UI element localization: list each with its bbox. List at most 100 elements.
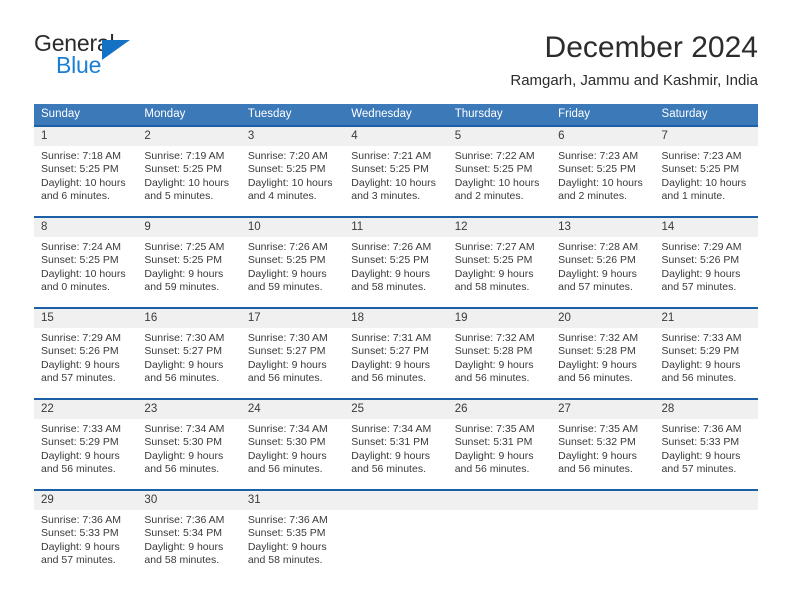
page-title: December 2024	[544, 31, 758, 64]
sunrise-text: Sunrise: 7:19 AM	[144, 150, 225, 162]
daylight-text: Daylight: 9 hours and 56 minutes.	[351, 449, 431, 476]
daylight-text: Daylight: 9 hours and 56 minutes.	[247, 358, 327, 385]
day-cell-empty	[447, 491, 552, 580]
sunset-text: Sunset: 5:25 PM	[661, 163, 740, 176]
day-cell[interactable]: 7 Sunrise: 7:23 AM Sunset: 5:25 PM Dayli…	[654, 127, 758, 216]
day-cell[interactable]: 26 Sunrise: 7:35 AM Sunset: 5:31 PM Dayl…	[447, 400, 552, 489]
sunset-text: Sunset: 5:26 PM	[41, 345, 119, 358]
daylight-text: Daylight: 9 hours and 57 minutes.	[558, 267, 637, 294]
day-number: 2	[137, 127, 241, 146]
sunset-text: Sunset: 5:27 PM	[247, 345, 326, 358]
day-cell[interactable]: 5 Sunrise: 7:22 AM Sunset: 5:25 PM Dayli…	[447, 127, 552, 216]
day-number: 17	[240, 309, 345, 328]
day-cell[interactable]: 21 Sunrise: 7:33 AM Sunset: 5:29 PM Dayl…	[654, 309, 758, 398]
weekday-header-friday: Friday	[558, 108, 591, 120]
weekday-header-wednesday: Wednesday	[351, 108, 412, 120]
day-details: Sunrise: 7:34 AM Sunset: 5:30 PM Dayligh…	[137, 419, 240, 477]
day-cell[interactable]: 4 Sunrise: 7:21 AM Sunset: 5:25 PM Dayli…	[344, 127, 448, 216]
sunset-text: Sunset: 5:25 PM	[351, 254, 429, 267]
day-details: Sunrise: 7:28 AM Sunset: 5:26 PM Dayligh…	[551, 237, 654, 295]
day-cell[interactable]: 9 Sunrise: 7:25 AM Sunset: 5:25 PM Dayli…	[137, 218, 241, 307]
day-cell[interactable]: 23 Sunrise: 7:34 AM Sunset: 5:30 PM Dayl…	[137, 400, 241, 489]
weekday-header-row: Sunday Monday Tuesday Wednesday Thursday…	[34, 104, 758, 125]
daylight-text: Daylight: 9 hours and 56 minutes.	[558, 449, 637, 476]
sunrise-text: Sunrise: 7:26 AM	[351, 241, 432, 253]
day-number: 1	[34, 127, 138, 146]
day-cell[interactable]: 20 Sunrise: 7:32 AM Sunset: 5:28 PM Dayl…	[551, 309, 655, 398]
day-cell[interactable]: 8 Sunrise: 7:24 AM Sunset: 5:25 PM Dayli…	[34, 218, 138, 307]
day-details: Sunrise: 7:30 AM Sunset: 5:27 PM Dayligh…	[241, 328, 344, 386]
sunrise-text: Sunrise: 7:24 AM	[41, 241, 121, 253]
daylight-text: Daylight: 9 hours and 57 minutes.	[661, 267, 741, 294]
sunrise-text: Sunrise: 7:23 AM	[558, 150, 639, 162]
day-number	[344, 491, 448, 510]
day-number: 4	[344, 127, 448, 146]
day-details: Sunrise: 7:23 AM Sunset: 5:25 PM Dayligh…	[655, 146, 758, 204]
weekday-header-monday: Monday	[144, 108, 186, 120]
day-cell[interactable]: 1 Sunrise: 7:18 AM Sunset: 5:25 PM Dayli…	[34, 127, 138, 216]
day-details: Sunrise: 7:26 AM Sunset: 5:25 PM Dayligh…	[344, 237, 447, 295]
day-details: Sunrise: 7:34 AM Sunset: 5:30 PM Dayligh…	[241, 419, 344, 477]
day-details: Sunrise: 7:26 AM Sunset: 5:25 PM Dayligh…	[241, 237, 344, 295]
day-number: 15	[34, 309, 138, 328]
day-details: Sunrise: 7:21 AM Sunset: 5:25 PM Dayligh…	[344, 146, 447, 204]
title-block: December 2024 Ramgarh, Jammu and Kashmir…	[510, 28, 758, 92]
sunrise-text: Sunrise: 7:21 AM	[351, 150, 432, 162]
day-cell[interactable]: 29 Sunrise: 7:36 AM Sunset: 5:33 PM Dayl…	[34, 491, 138, 580]
day-number: 6	[551, 127, 655, 146]
day-cell[interactable]: 24 Sunrise: 7:34 AM Sunset: 5:30 PM Dayl…	[240, 400, 345, 489]
day-details: Sunrise: 7:36 AM Sunset: 5:33 PM Dayligh…	[34, 510, 137, 568]
day-cell[interactable]: 2 Sunrise: 7:19 AM Sunset: 5:25 PM Dayli…	[137, 127, 241, 216]
day-cell[interactable]: 11 Sunrise: 7:26 AM Sunset: 5:25 PM Dayl…	[344, 218, 448, 307]
day-cell[interactable]: 22 Sunrise: 7:33 AM Sunset: 5:29 PM Dayl…	[34, 400, 138, 489]
day-cell-empty	[344, 491, 448, 580]
day-details: Sunrise: 7:30 AM Sunset: 5:27 PM Dayligh…	[137, 328, 240, 386]
sunrise-text: Sunrise: 7:35 AM	[454, 423, 535, 435]
daylight-text: Daylight: 9 hours and 56 minutes.	[558, 358, 637, 385]
sunrise-text: Sunrise: 7:32 AM	[454, 332, 535, 344]
daylight-text: Daylight: 9 hours and 56 minutes.	[454, 358, 534, 385]
weekday-header-saturday: Saturday	[661, 108, 708, 120]
sunrise-text: Sunrise: 7:26 AM	[247, 241, 328, 253]
sunrise-text: Sunrise: 7:36 AM	[247, 514, 328, 526]
day-cell[interactable]: 14 Sunrise: 7:29 AM Sunset: 5:26 PM Dayl…	[654, 218, 758, 307]
weekday-header-thursday: Thursday	[454, 108, 503, 120]
day-number: 16	[137, 309, 241, 328]
sunset-text: Sunset: 5:33 PM	[41, 527, 119, 540]
sunrise-text: Sunrise: 7:23 AM	[661, 150, 742, 162]
sunset-text: Sunset: 5:25 PM	[351, 163, 429, 176]
daylight-text: Daylight: 10 hours and 0 minutes.	[41, 267, 126, 294]
general-blue-logo[interactable]: General Blue	[34, 30, 154, 82]
day-cell[interactable]: 17 Sunrise: 7:30 AM Sunset: 5:27 PM Dayl…	[240, 309, 345, 398]
day-cell[interactable]: 12 Sunrise: 7:27 AM Sunset: 5:25 PM Dayl…	[447, 218, 552, 307]
daylight-text: Daylight: 9 hours and 56 minutes.	[144, 358, 224, 385]
sunset-text: Sunset: 5:28 PM	[454, 345, 533, 358]
day-cell[interactable]: 28 Sunrise: 7:36 AM Sunset: 5:33 PM Dayl…	[654, 400, 758, 489]
week-row: 15 Sunrise: 7:29 AM Sunset: 5:26 PM Dayl…	[34, 307, 758, 398]
day-cell[interactable]: 16 Sunrise: 7:30 AM Sunset: 5:27 PM Dayl…	[137, 309, 241, 398]
day-cell[interactable]: 27 Sunrise: 7:35 AM Sunset: 5:32 PM Dayl…	[551, 400, 655, 489]
day-cell[interactable]: 31 Sunrise: 7:36 AM Sunset: 5:35 PM Dayl…	[240, 491, 345, 580]
day-cell[interactable]: 6 Sunrise: 7:23 AM Sunset: 5:25 PM Dayli…	[551, 127, 655, 216]
day-cell[interactable]: 25 Sunrise: 7:34 AM Sunset: 5:31 PM Dayl…	[344, 400, 448, 489]
sunset-text: Sunset: 5:33 PM	[661, 436, 740, 449]
sunrise-text: Sunrise: 7:33 AM	[661, 332, 742, 344]
day-cell[interactable]: 19 Sunrise: 7:32 AM Sunset: 5:28 PM Dayl…	[447, 309, 552, 398]
day-details: Sunrise: 7:34 AM Sunset: 5:31 PM Dayligh…	[344, 419, 447, 477]
sunset-text: Sunset: 5:29 PM	[661, 345, 740, 358]
sunrise-text: Sunrise: 7:29 AM	[41, 332, 121, 344]
sunset-text: Sunset: 5:25 PM	[454, 163, 533, 176]
day-cell[interactable]: 18 Sunrise: 7:31 AM Sunset: 5:27 PM Dayl…	[344, 309, 448, 398]
day-details: Sunrise: 7:23 AM Sunset: 5:25 PM Dayligh…	[551, 146, 654, 204]
day-cell[interactable]: 13 Sunrise: 7:28 AM Sunset: 5:26 PM Dayl…	[551, 218, 655, 307]
day-cell[interactable]: 15 Sunrise: 7:29 AM Sunset: 5:26 PM Dayl…	[34, 309, 138, 398]
day-cell-empty	[551, 491, 655, 580]
sunrise-text: Sunrise: 7:29 AM	[661, 241, 742, 253]
week-row: 22 Sunrise: 7:33 AM Sunset: 5:29 PM Dayl…	[34, 398, 758, 489]
sunrise-text: Sunrise: 7:31 AM	[351, 332, 432, 344]
day-cell[interactable]: 10 Sunrise: 7:26 AM Sunset: 5:25 PM Dayl…	[240, 218, 345, 307]
day-cell[interactable]: 30 Sunrise: 7:36 AM Sunset: 5:34 PM Dayl…	[137, 491, 241, 580]
day-number: 12	[447, 218, 552, 237]
day-cell[interactable]: 3 Sunrise: 7:20 AM Sunset: 5:25 PM Dayli…	[240, 127, 345, 216]
day-details: Sunrise: 7:36 AM Sunset: 5:33 PM Dayligh…	[655, 419, 758, 477]
